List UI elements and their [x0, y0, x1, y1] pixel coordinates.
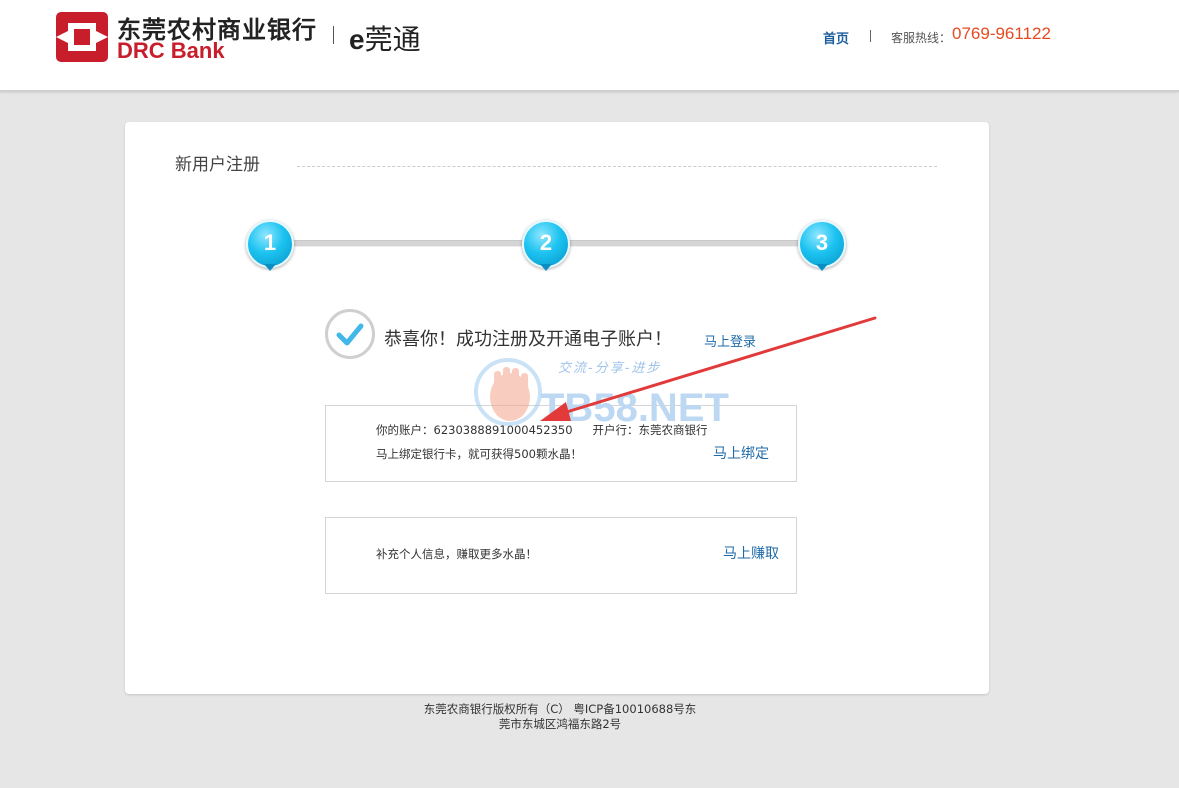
login-now-link[interactable]: 马上登录 — [704, 331, 756, 350]
footer-address: 莞市东城区鸿福东路2号 — [498, 717, 622, 731]
page-title: 新用户注册 — [175, 155, 260, 175]
hotline-number: 0769-961122 — [952, 24, 1051, 43]
step-2-pointer — [540, 264, 552, 271]
nav-divider — [870, 30, 871, 42]
product-name: e莞通 — [349, 18, 421, 58]
page-footer: 东莞农商银行版权所有（C） 粤ICP备10010688号东 莞市东城区鸿福东路2… — [400, 702, 720, 732]
step-1-badge: 1 — [246, 220, 294, 268]
brand-name-en: DRC Bank — [117, 38, 225, 63]
earn-crystals-link[interactable]: 马上赚取 — [723, 543, 779, 563]
profile-info-box: 补充个人信息，赚取更多水晶！ 马上赚取 — [325, 517, 797, 594]
bind-card-hint: 马上绑定银行卡，就可获得500颗水晶！ — [376, 447, 582, 461]
step-3-pointer — [816, 264, 828, 271]
step-3-badge: 3 — [798, 220, 846, 268]
brand-divider — [333, 26, 334, 44]
success-message: 恭喜你！成功注册及开通电子账户！ — [384, 329, 672, 350]
hotline-label: 客服热线： — [891, 31, 952, 45]
step-1-pointer — [264, 264, 276, 271]
step-2-badge: 2 — [522, 220, 570, 268]
success-check-icon — [325, 309, 375, 359]
nav-home-link[interactable]: 首页 — [823, 28, 849, 47]
account-label: 你的账户： — [376, 423, 434, 437]
drc-logo-icon[interactable] — [56, 12, 108, 62]
checkmark-icon — [336, 323, 364, 346]
site-header: 东莞农村商业银行 DRC Bank e莞通 首页 客服热线： 0769-9611… — [0, 0, 1179, 92]
footer-copyright: 东莞农商银行版权所有（C） 粤ICP备10010688号东 — [423, 702, 697, 716]
title-divider — [297, 166, 937, 167]
profile-hint: 补充个人信息，赚取更多水晶！ — [376, 547, 537, 561]
watermark-site: TB58.NET — [540, 386, 729, 430]
product-prefix: e — [349, 24, 365, 55]
product-title: 莞通 — [364, 23, 421, 56]
watermark-slogan: 交流-分享-进步 — [558, 361, 662, 376]
bind-card-link[interactable]: 马上绑定 — [713, 443, 769, 463]
